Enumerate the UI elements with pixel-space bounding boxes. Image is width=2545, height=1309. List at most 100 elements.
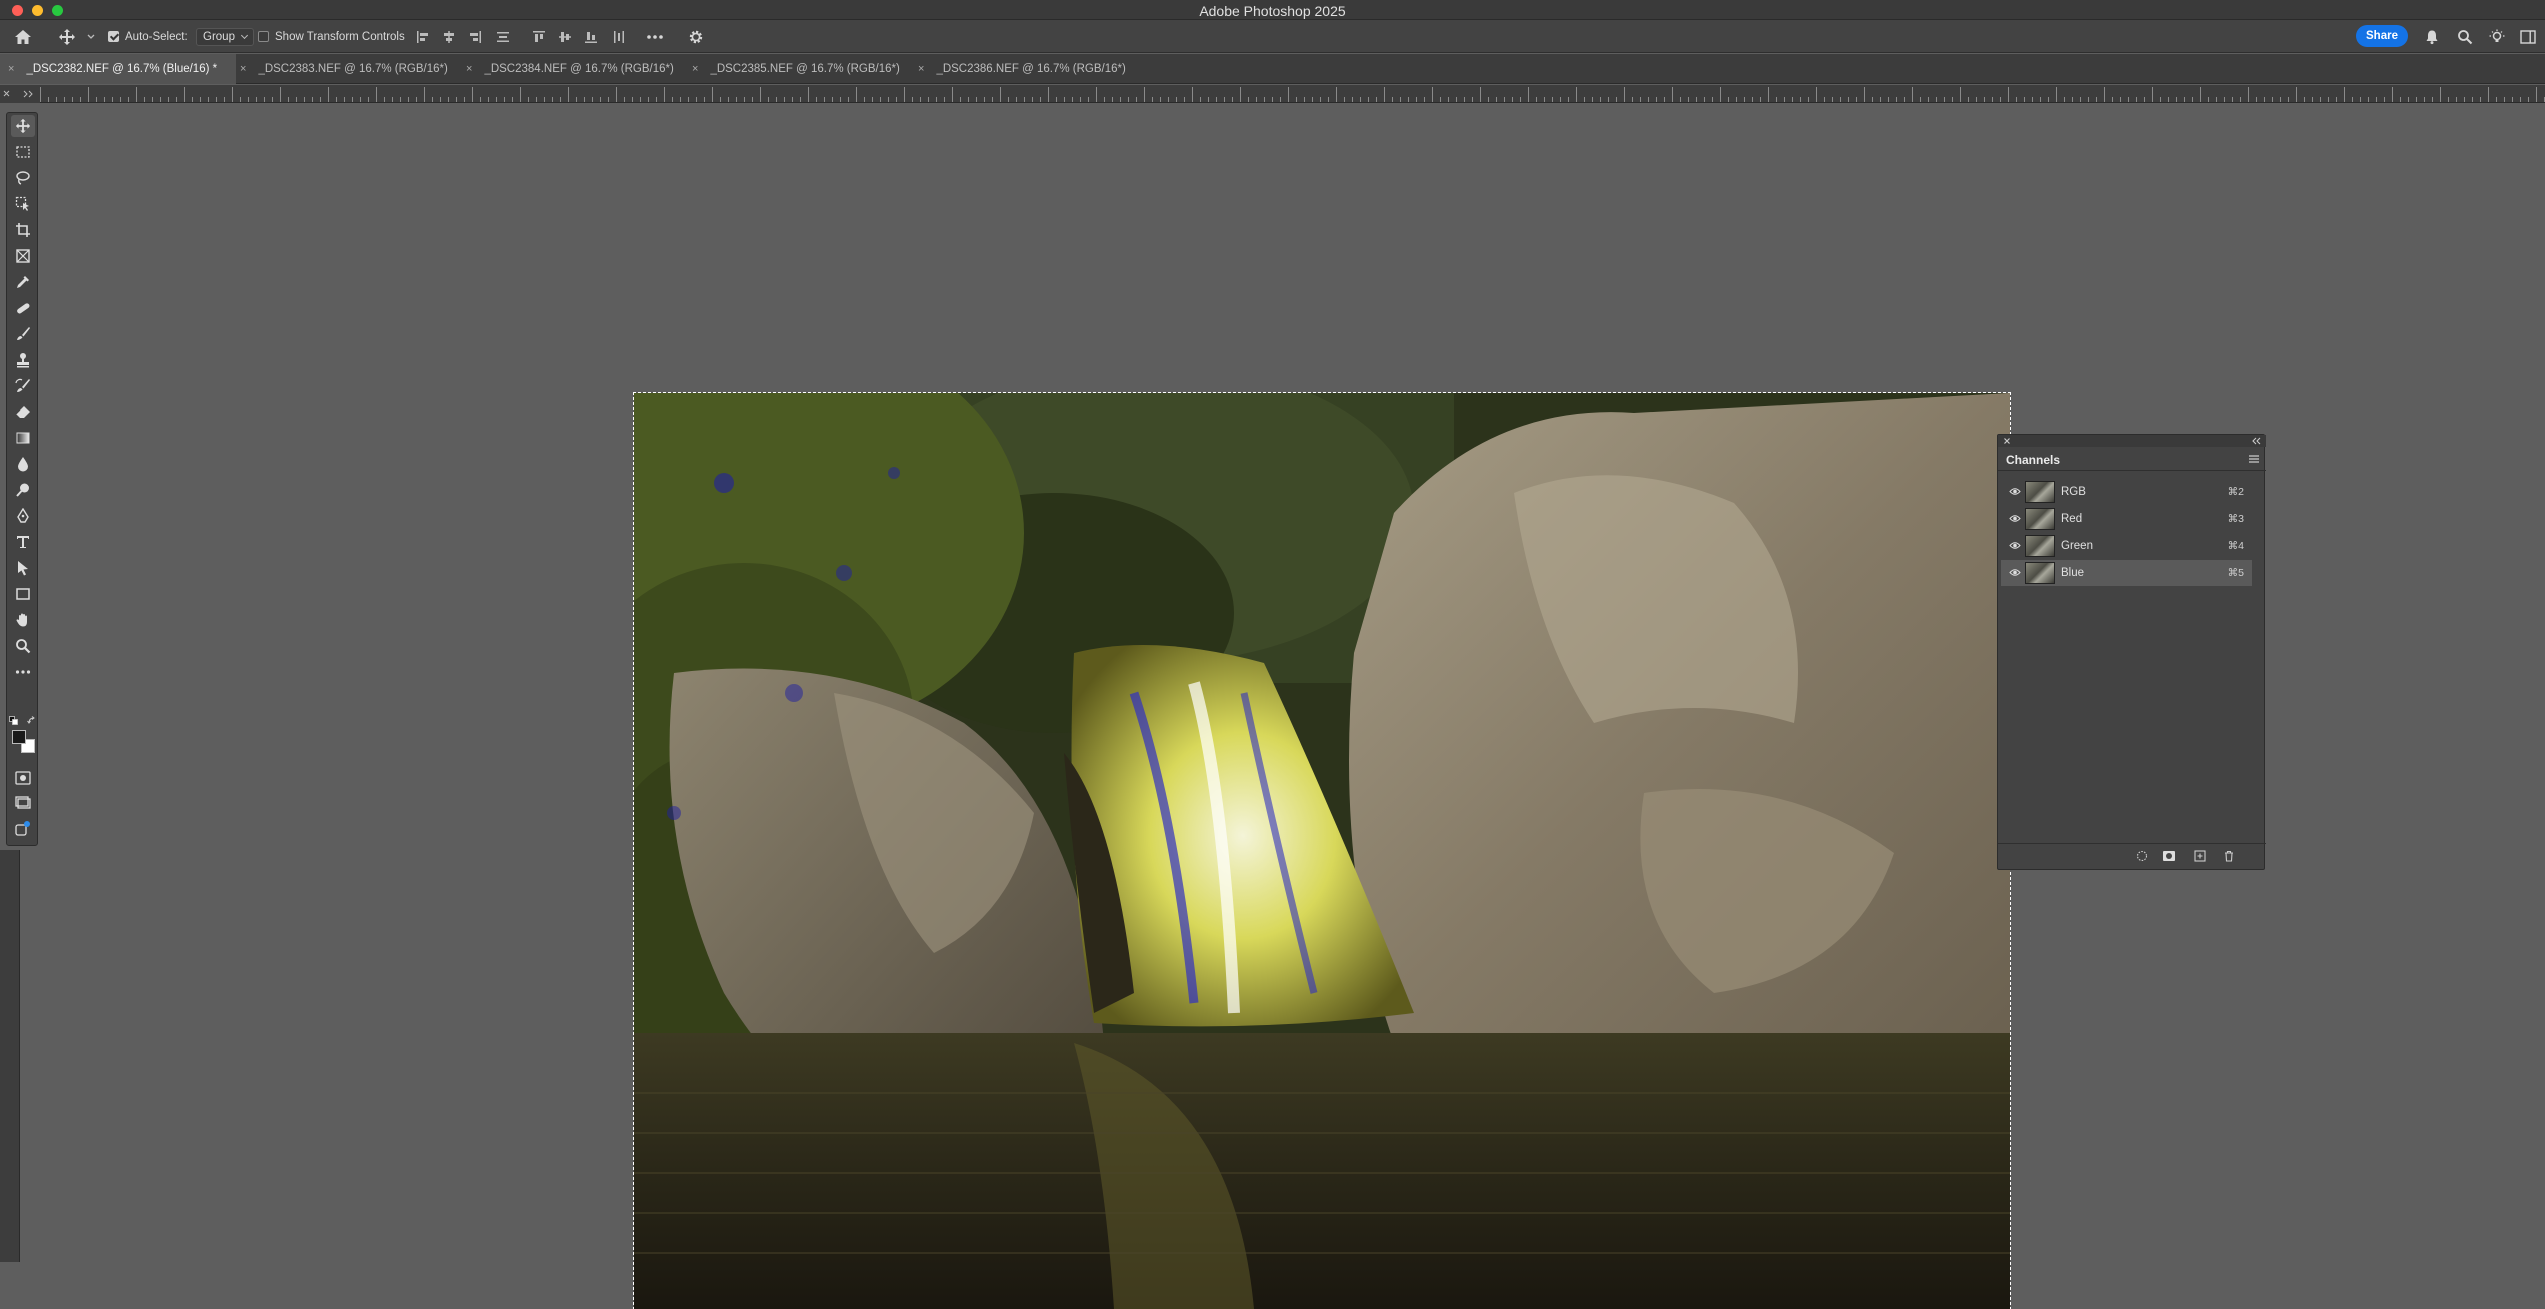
channel-thumbnail bbox=[2025, 562, 2055, 584]
document-tab-3[interactable]: × _DSC2385.NEF @ 16.7% (RGB/16*) bbox=[688, 54, 914, 84]
object-selection-tool[interactable] bbox=[11, 193, 35, 215]
align-horizontal-centers-icon[interactable] bbox=[442, 30, 456, 44]
edit-toolbar-button[interactable] bbox=[11, 661, 35, 683]
options-bar: Auto-Select: Group Show Transform Contro… bbox=[0, 20, 2545, 53]
panel-title[interactable]: Channels bbox=[2006, 453, 2060, 467]
type-tool[interactable] bbox=[11, 531, 35, 553]
eraser-tool[interactable] bbox=[11, 401, 35, 423]
close-icon[interactable]: × bbox=[466, 63, 472, 75]
pen-tool[interactable] bbox=[11, 505, 35, 527]
align-left-edges-icon[interactable] bbox=[416, 30, 430, 44]
discover-lightbulb-icon[interactable] bbox=[2489, 29, 2505, 45]
channel-row-rgb[interactable]: RGB ⌘2 bbox=[2001, 479, 2252, 505]
auto-select-mode-dropdown[interactable]: Group bbox=[196, 27, 254, 46]
quick-mask-button[interactable] bbox=[11, 767, 35, 789]
default-colors-icon[interactable] bbox=[9, 713, 19, 731]
distribute-vertical-icon[interactable] bbox=[496, 30, 510, 44]
channel-name: RGB bbox=[2061, 486, 2086, 498]
channel-row-green[interactable]: Green ⌘4 bbox=[2001, 533, 2252, 559]
type-icon bbox=[17, 536, 29, 548]
channels-panel: Channels RGB ⌘2 Red ⌘3 Green ⌘4 Blue ⌘5 bbox=[1997, 434, 2266, 870]
zoom-tool[interactable] bbox=[11, 635, 35, 657]
path-selection-tool[interactable] bbox=[11, 557, 35, 579]
dodge-tool[interactable] bbox=[11, 479, 35, 501]
save-selection-as-channel-icon[interactable] bbox=[2162, 850, 2176, 862]
panel-tab-row: Channels bbox=[1998, 447, 2266, 471]
quick-mask-icon bbox=[15, 771, 31, 785]
share-button[interactable]: Share bbox=[2356, 25, 2408, 47]
close-icon[interactable]: × bbox=[692, 63, 698, 75]
blur-tool[interactable] bbox=[11, 453, 35, 475]
tab-label: _DSC2382.NEF @ 16.7% (Blue/16) * bbox=[26, 63, 218, 75]
gradient-tool[interactable] bbox=[11, 427, 35, 449]
rectangle-icon bbox=[16, 588, 30, 600]
close-icon[interactable]: × bbox=[8, 63, 14, 75]
align-bottom-edges-icon[interactable] bbox=[584, 30, 598, 44]
clone-stamp-tool[interactable] bbox=[11, 349, 35, 371]
show-transform-controls-checkbox[interactable]: Show Transform Controls bbox=[258, 20, 405, 53]
channel-row-blue[interactable]: Blue ⌘5 bbox=[2001, 560, 2252, 586]
ruler-corner bbox=[0, 85, 40, 103]
brush-icon bbox=[17, 327, 30, 340]
document-tab-2[interactable]: × _DSC2384.NEF @ 16.7% (RGB/16*) bbox=[462, 54, 688, 84]
workspace-layout-icon[interactable] bbox=[2520, 29, 2536, 44]
align-right-edges-icon[interactable] bbox=[468, 30, 482, 44]
object-selection-icon bbox=[15, 196, 29, 211]
collapse-panel-icon[interactable] bbox=[2250, 436, 2262, 446]
crop-tool[interactable] bbox=[11, 219, 35, 241]
zoom-icon bbox=[16, 639, 31, 654]
eye-icon[interactable] bbox=[2009, 487, 2021, 496]
screen-mode-button[interactable] bbox=[11, 791, 35, 813]
document-tab-bar: × _DSC2382.NEF @ 16.7% (Blue/16) * × _DS… bbox=[0, 54, 2545, 84]
bell-icon[interactable] bbox=[2424, 29, 2440, 45]
history-brush-tool[interactable] bbox=[11, 375, 35, 397]
auto-select-check[interactable] bbox=[108, 31, 119, 42]
eye-icon[interactable] bbox=[2009, 514, 2021, 523]
collapse-arrows-icon[interactable] bbox=[0, 85, 40, 103]
new-channel-icon[interactable] bbox=[2194, 850, 2206, 862]
brush-tool[interactable] bbox=[11, 323, 35, 345]
auto-select-checkbox[interactable]: Auto-Select: bbox=[108, 20, 188, 53]
document-tab-1[interactable]: × _DSC2383.NEF @ 16.7% (RGB/16*) bbox=[236, 54, 462, 84]
swap-colors-icon[interactable] bbox=[27, 713, 37, 731]
close-icon[interactable] bbox=[2002, 436, 2012, 446]
horizontal-ruler[interactable] bbox=[40, 85, 2545, 103]
frame-tool[interactable] bbox=[11, 245, 35, 267]
close-icon[interactable]: × bbox=[918, 63, 924, 75]
clone-stamp-icon bbox=[17, 353, 29, 368]
load-channel-as-selection-icon[interactable] bbox=[2136, 850, 2148, 862]
panel-menu-icon[interactable] bbox=[2248, 454, 2260, 464]
spot-healing-brush-tool[interactable] bbox=[11, 297, 35, 319]
move-tool[interactable] bbox=[11, 115, 35, 137]
document-tab-4[interactable]: × _DSC2386.NEF @ 16.7% (RGB/16*) bbox=[914, 54, 1140, 84]
move-tool-preset-picker[interactable] bbox=[58, 20, 96, 53]
channel-shortcut: ⌘5 bbox=[2227, 567, 2244, 579]
rectangular-marquee-tool[interactable] bbox=[11, 141, 35, 163]
close-icon[interactable]: × bbox=[240, 63, 246, 75]
align-vertical-centers-icon[interactable] bbox=[558, 30, 572, 44]
align-top-edges-icon[interactable] bbox=[532, 30, 546, 44]
trash-icon[interactable] bbox=[2223, 850, 2235, 862]
eye-icon[interactable] bbox=[2009, 568, 2021, 577]
channel-row-red[interactable]: Red ⌘3 bbox=[2001, 506, 2252, 532]
eye-icon[interactable] bbox=[2009, 541, 2021, 550]
document-tab-0[interactable]: × _DSC2382.NEF @ 16.7% (Blue/16) * bbox=[0, 54, 236, 84]
more-options-icon[interactable] bbox=[646, 34, 664, 40]
vertical-ruler[interactable] bbox=[0, 850, 20, 1262]
distribute-horizontal-icon[interactable] bbox=[612, 30, 626, 44]
search-icon[interactable] bbox=[2457, 29, 2473, 45]
document-image[interactable] bbox=[633, 392, 2011, 1309]
home-button[interactable] bbox=[14, 20, 32, 53]
hand-icon bbox=[16, 613, 27, 627]
channel-thumbnail bbox=[2025, 481, 2055, 503]
lasso-tool[interactable] bbox=[11, 167, 35, 189]
firefly-generate-button[interactable] bbox=[11, 817, 35, 839]
foreground-color-swatch[interactable] bbox=[12, 730, 26, 744]
channel-name: Green bbox=[2061, 540, 2093, 552]
transform-controls-check[interactable] bbox=[258, 31, 269, 42]
hand-tool[interactable] bbox=[11, 609, 35, 631]
gear-icon[interactable] bbox=[688, 29, 704, 45]
rectangular-marquee-icon bbox=[16, 146, 30, 158]
rectangle-tool[interactable] bbox=[11, 583, 35, 605]
eyedropper-tool[interactable] bbox=[11, 271, 35, 293]
